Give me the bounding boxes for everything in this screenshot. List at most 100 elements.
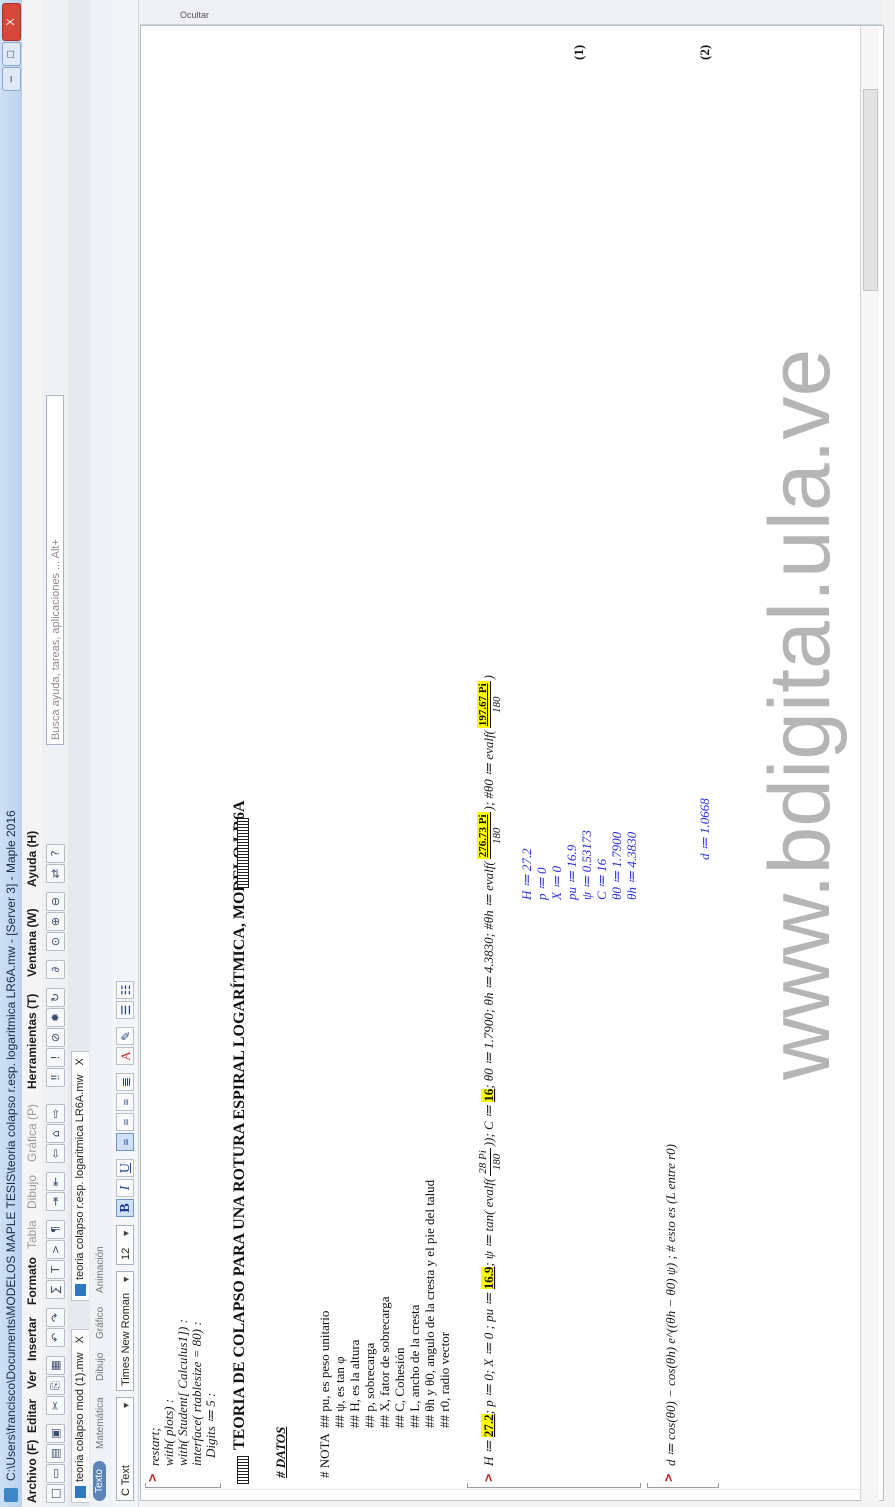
back-icon[interactable]: ⇦ [46, 1144, 65, 1163]
fraction-denominator: 180 [490, 827, 503, 845]
align-center-icon[interactable]: ≡ [116, 1113, 134, 1131]
menu-ver[interactable]: Ver [25, 1370, 39, 1389]
chevron-down-icon: ▼ [121, 1401, 131, 1410]
nota-item[interactable]: ## L, ancho de la cresta [407, 1305, 423, 1428]
cut-icon[interactable]: ✂ [46, 1396, 65, 1415]
minimize-button[interactable]: – [2, 67, 21, 91]
equation-label-1[interactable]: (1) [571, 45, 587, 60]
nota-item[interactable]: ## p, sobrecarga [362, 1343, 378, 1428]
close-tab-icon[interactable]: X [74, 1058, 86, 1065]
align-right-icon[interactable]: ≡ [116, 1093, 134, 1111]
italic-button[interactable]: I [116, 1179, 134, 1197]
ctx-tab-texto[interactable]: Texto [93, 1461, 106, 1501]
insert-paragraph-icon[interactable]: ¶ [46, 1220, 65, 1239]
horizontal-scrollbar[interactable] [860, 27, 879, 1501]
nota-item[interactable]: ## θh y θ0, angulo de la cresta y el pie… [422, 1180, 438, 1428]
main-toolbar: □ ▭ ▤ ▣ ✂ ⎘ ▦ ↶ ↷ ∑ T > ¶ ⇥ ⇤ ⇦ ⌂ ⇨ ‼ ! … [42, 0, 69, 1507]
datos-heading[interactable]: # DATOS [273, 1427, 289, 1478]
nota-item[interactable]: ## X, fator de sobrecarga [377, 1296, 393, 1428]
execute-icon[interactable]: ! [46, 1048, 65, 1067]
zoom-100-icon[interactable]: ⊙ [46, 932, 65, 951]
zoom-in-icon[interactable]: ⊕ [46, 912, 65, 931]
menu-archivo[interactable]: Archivo (F) [25, 1440, 39, 1503]
menu-dibujo[interactable]: Dibujo [25, 1175, 39, 1209]
menu-tabla[interactable]: Tabla [25, 1220, 39, 1249]
bold-button[interactable]: B [116, 1199, 134, 1217]
nota-item[interactable]: ## pu, es peso unitario [317, 1311, 333, 1428]
style-select[interactable]: C Text ▼ [116, 1397, 134, 1501]
insert-prompt-icon[interactable]: > [46, 1240, 65, 1259]
nota-item[interactable]: ## ψ, es tan φ [332, 1356, 348, 1428]
document-icon [75, 1486, 86, 1498]
worksheet[interactable]: > restart; with( plots) : with( Student[… [140, 25, 884, 1501]
prompt-marker[interactable]: > [481, 1474, 497, 1482]
restart-icon[interactable]: ↻ [46, 988, 65, 1007]
undo-icon[interactable]: ↶ [46, 1328, 65, 1347]
new-document-icon[interactable]: □ [46, 1484, 65, 1503]
menu-herramientas[interactable]: Herramientas (T) [25, 994, 39, 1089]
zoom-out-icon[interactable]: ⊖ [46, 892, 65, 911]
menu-ayuda[interactable]: Ayuda (H) [25, 831, 39, 887]
worksheet-title[interactable]: TEORIA DE COLAPSO PARA UNA ROTURA ESPIRA… [231, 800, 249, 1450]
execution-group-bracket[interactable] [647, 1483, 719, 1488]
menu-insertar[interactable]: Insertar [25, 1317, 39, 1361]
title-bar: C:\Users\francisco\Documents\MODELOS MAP… [0, 0, 23, 1507]
input-line[interactable]: Digits ≔ 5 : [203, 1393, 219, 1458]
nota-item[interactable]: ## C, Cohesión [392, 1347, 408, 1428]
nota-item[interactable]: ## r0, radio vector [437, 1332, 453, 1428]
stop-icon[interactable]: ⊘ [46, 1028, 65, 1047]
highlight-icon[interactable]: ✎ [116, 1027, 134, 1045]
tab-teoria-colapso-lr6a[interactable]: teoria colapso r.esp. logaritmica LR6A.m… [71, 1051, 89, 1301]
nota-item[interactable]: ## H, es la altura [347, 1340, 363, 1428]
prompt-marker[interactable]: > [145, 1474, 161, 1482]
maximize-button[interactable]: □ [2, 42, 21, 66]
insert-math-icon[interactable]: ∑ [46, 1280, 65, 1299]
redo-icon[interactable]: ↷ [46, 1308, 65, 1327]
copy-icon[interactable]: ⎘ [46, 1376, 65, 1395]
nota-label[interactable]: # NOTA [317, 1433, 333, 1478]
prompt-marker[interactable]: > [661, 1474, 677, 1482]
menu-ventana[interactable]: Ventana (W) [25, 908, 39, 977]
help-search-input[interactable]: Busca ayuda, tareas, aplicaciones ... Al… [46, 395, 64, 745]
scrollbar-thumb[interactable] [863, 89, 878, 291]
debug-icon[interactable]: ✹ [46, 1008, 65, 1027]
font-select[interactable]: Times New Roman ▼ [116, 1271, 134, 1391]
toggle-input-icon[interactable]: ⇄ [46, 864, 65, 883]
text-color-icon[interactable]: A [116, 1047, 134, 1065]
paste-icon[interactable]: ▦ [46, 1356, 65, 1375]
outdent-icon[interactable]: ⇤ [46, 1172, 65, 1191]
open-icon[interactable]: ▤ [46, 1444, 65, 1463]
close-tab-icon[interactable]: X [74, 1336, 86, 1343]
tab-teoria-colapso-mod[interactable]: teoria colapso mod (1).mw X [71, 1328, 89, 1503]
d-input-line[interactable]: d ≔ cos(θ0) − cos(θh) e^((θh − θ0) ψ) ; … [663, 1144, 679, 1466]
underline-button[interactable]: U [116, 1159, 134, 1177]
execution-group-bracket[interactable] [145, 1483, 221, 1488]
indent-icon[interactable]: ⇥ [46, 1192, 65, 1211]
hide-panel-button[interactable]: Ocultar [180, 10, 209, 20]
align-left-icon[interactable]: ≡ [116, 1133, 134, 1151]
ctx-tab-grafico[interactable]: Gráfico [95, 1307, 106, 1339]
home-icon[interactable]: ⌂ [46, 1124, 65, 1143]
ctx-tab-matematica[interactable]: Matemática [95, 1397, 106, 1449]
close-button[interactable]: X [2, 3, 21, 41]
menu-grafica[interactable]: Gráfica (P) [25, 1104, 39, 1162]
insert-text-icon[interactable]: T [46, 1260, 65, 1279]
help-icon[interactable]: ? [46, 844, 65, 863]
justify-icon[interactable]: ≣ [116, 1073, 134, 1091]
menu-editar[interactable]: Editar [25, 1399, 39, 1433]
menu-formato[interactable]: Formato [25, 1257, 39, 1305]
data-input-line[interactable]: H ≔ 27.2; p ≔ 0; X ≔ 0 ; pu ≔ 16.9; ψ ≔ … [475, 675, 504, 1466]
ctx-tab-animacion[interactable]: Animación [95, 1246, 106, 1293]
forward-icon[interactable]: ⇨ [46, 1104, 65, 1123]
execution-group-bracket[interactable] [467, 1483, 641, 1488]
execute-all-icon[interactable]: ‼ [46, 1068, 65, 1087]
link-icon[interactable]: ∂ [46, 960, 65, 979]
save-icon[interactable]: ▣ [46, 1424, 65, 1443]
equation-label-2[interactable]: (2) [697, 45, 713, 60]
bullet-list-icon[interactable]: ☰ [116, 1001, 134, 1019]
size-select[interactable]: 12 ▼ [116, 1225, 134, 1265]
new-worksheet-icon[interactable]: ▭ [46, 1464, 65, 1483]
numbered-list-icon[interactable]: ☷ [116, 981, 134, 999]
ctx-tab-dibujo[interactable]: Dibujo [95, 1353, 106, 1381]
context-bar: Texto Matemática Dibujo Gráfico Animació… [90, 0, 113, 1507]
